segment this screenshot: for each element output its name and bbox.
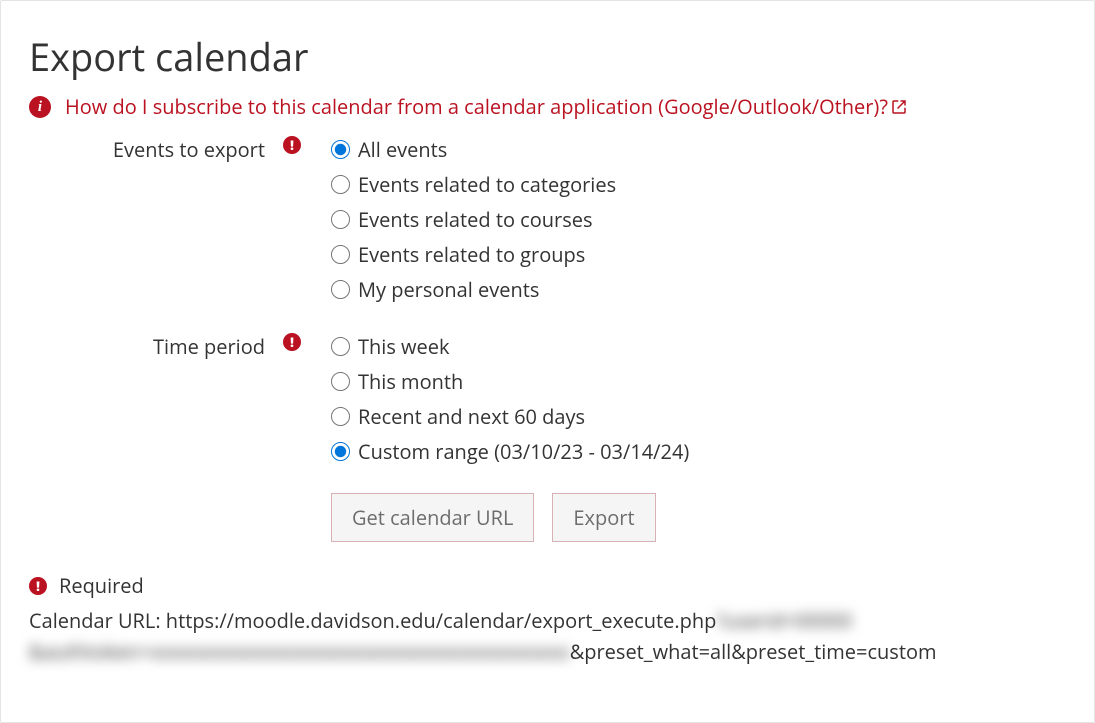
page-title: Export calendar — [29, 31, 1066, 83]
subscribe-help-link-text: How do I subscribe to this calendar from… — [65, 93, 888, 120]
period-option-label: This month — [358, 368, 463, 395]
calendar-url-prefix: Calendar URL: — [29, 607, 166, 634]
subscribe-help-link[interactable]: How do I subscribe to this calendar from… — [65, 93, 908, 120]
events-to-export-label-col: Events to export ! — [29, 134, 331, 163]
events-option-label: All events — [358, 136, 447, 163]
time-period-label-col: Time period ! — [29, 331, 331, 360]
time-period-row: Time period ! This week This month Recen… — [29, 331, 1066, 473]
period-option[interactable]: This week — [331, 333, 1066, 360]
action-buttons: Get calendar URL Export — [331, 493, 1066, 542]
required-note: ! Required — [29, 572, 1066, 599]
events-radio[interactable] — [331, 210, 350, 229]
events-option[interactable]: My personal events — [331, 276, 1066, 303]
period-option[interactable]: This month — [331, 368, 1066, 395]
calendar-url-output: Calendar URL: https://moodle.davidson.ed… — [29, 605, 1066, 667]
events-option[interactable]: Events related to groups — [331, 241, 1066, 268]
calendar-url-part2: &preset_what=all&preset_time=custom — [570, 638, 937, 665]
get-calendar-url-button[interactable]: Get calendar URL — [331, 493, 534, 542]
required-icon: ! — [283, 136, 301, 154]
required-icon: ! — [283, 333, 301, 351]
events-option[interactable]: All events — [331, 136, 1066, 163]
events-to-export-label: Events to export — [113, 136, 265, 163]
events-option[interactable]: Events related to courses — [331, 206, 1066, 233]
period-option[interactable]: Recent and next 60 days — [331, 403, 1066, 430]
events-to-export-options: All events Events related to categories … — [331, 134, 1066, 311]
period-option-label: Custom range (03/10/23 - 03/14/24) — [358, 438, 689, 465]
info-icon: i — [29, 96, 51, 118]
required-icon: ! — [29, 577, 47, 595]
events-option-label: Events related to categories — [358, 171, 616, 198]
calendar-url-redacted: &authtoken=xxxxxxxxxxxxxxxxxxxxxxxxxxxxx… — [29, 638, 570, 665]
period-radio[interactable] — [331, 407, 350, 426]
events-option[interactable]: Events related to categories — [331, 171, 1066, 198]
events-option-label: Events related to courses — [358, 206, 593, 233]
period-radio[interactable] — [331, 372, 350, 391]
events-option-label: My personal events — [358, 276, 539, 303]
events-radio[interactable] — [331, 245, 350, 264]
period-option-label: Recent and next 60 days — [358, 403, 585, 430]
events-option-label: Events related to groups — [358, 241, 585, 268]
help-line: i How do I subscribe to this calendar fr… — [29, 93, 1066, 120]
period-option-label: This week — [358, 333, 450, 360]
external-link-icon — [888, 93, 908, 120]
events-radio[interactable] — [331, 280, 350, 299]
required-label: Required — [59, 572, 144, 599]
calendar-url-redacted: ?userid=00000 — [716, 607, 852, 634]
events-radio[interactable] — [331, 175, 350, 194]
period-option[interactable]: Custom range (03/10/23 - 03/14/24) — [331, 438, 1066, 465]
export-button[interactable]: Export — [552, 493, 655, 542]
period-radio[interactable] — [331, 442, 350, 461]
events-to-export-row: Events to export ! All events Events rel… — [29, 134, 1066, 311]
calendar-url-part1: https://moodle.davidson.edu/calendar/exp… — [166, 607, 717, 634]
time-period-options: This week This month Recent and next 60 … — [331, 331, 1066, 473]
export-calendar-panel: Export calendar i How do I subscribe to … — [0, 0, 1095, 723]
period-radio[interactable] — [331, 337, 350, 356]
time-period-label: Time period — [153, 333, 265, 360]
events-radio[interactable] — [331, 140, 350, 159]
